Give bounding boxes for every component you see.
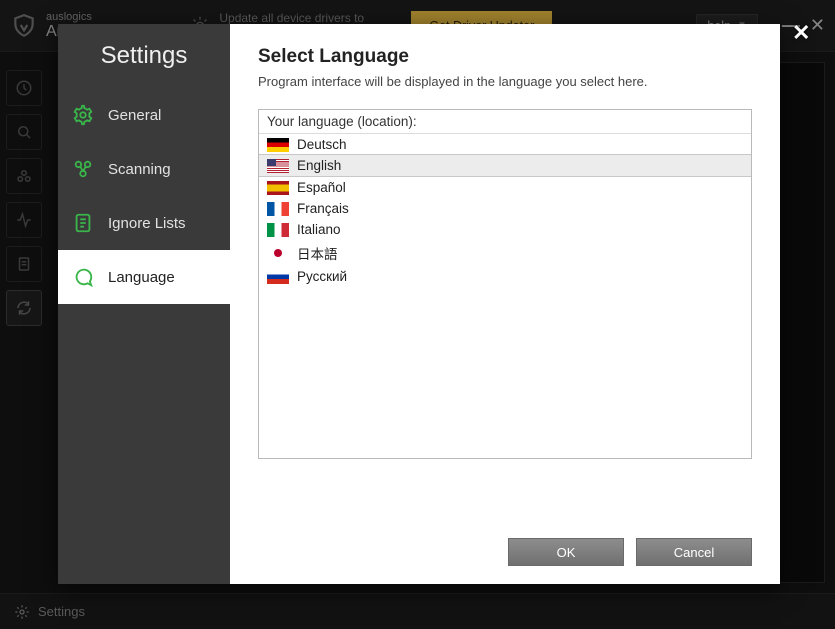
dialog-sidebar: Settings General Scanning Ignore Lists (58, 24, 230, 584)
flag-es-icon (267, 181, 289, 195)
language-label: Italiano (297, 222, 341, 237)
speech-icon (72, 266, 94, 288)
language-option-de[interactable]: Deutsch (259, 134, 751, 155)
nav-item-language[interactable]: Language (58, 250, 230, 304)
language-option-en[interactable]: English (259, 154, 751, 177)
flag-ru-icon (267, 270, 289, 284)
language-label: English (297, 158, 341, 173)
flag-fr-icon (267, 202, 289, 216)
flag-jp-icon (267, 246, 289, 260)
dialog-close-button[interactable]: ✕ (792, 20, 829, 46)
language-listbox: Your language (location): Deutsch English… (258, 109, 752, 459)
language-label: Français (297, 201, 349, 216)
ok-button[interactable]: OK (508, 538, 624, 566)
gear-icon (72, 104, 94, 126)
language-option-jp[interactable]: 日本語 (259, 240, 751, 266)
nav-item-ignore-lists[interactable]: Ignore Lists (58, 196, 230, 250)
nav-item-general[interactable]: General (58, 88, 230, 142)
flag-de-icon (267, 138, 289, 152)
nav-label-language: Language (108, 269, 175, 286)
flag-en-icon (267, 159, 289, 173)
language-option-it[interactable]: Italiano (259, 219, 751, 240)
nav-label-scanning: Scanning (108, 161, 171, 178)
dialog-main: Select Language Program interface will b… (230, 24, 780, 584)
settings-dialog: Settings General Scanning Ignore Lists (58, 24, 780, 584)
dialog-header: Select Language (258, 46, 752, 68)
dialog-title: Settings (58, 42, 230, 70)
nav-label-ignore: Ignore Lists (108, 215, 186, 232)
nav-label-general: General (108, 107, 161, 124)
listbox-header: Your language (location): (259, 110, 751, 134)
language-option-fr[interactable]: Français (259, 198, 751, 219)
dialog-subheader: Program interface will be displayed in t… (258, 74, 752, 89)
cancel-button[interactable]: Cancel (636, 538, 752, 566)
language-label: Deutsch (297, 137, 347, 152)
language-option-ru[interactable]: Русский (259, 266, 751, 287)
nav-item-scanning[interactable]: Scanning (58, 142, 230, 196)
flag-it-icon (267, 223, 289, 237)
language-label: 日本語 (297, 243, 338, 263)
list-icon (72, 212, 94, 234)
language-label: Español (297, 180, 346, 195)
language-option-es[interactable]: Español (259, 177, 751, 198)
scan-icon (72, 158, 94, 180)
language-label: Русский (297, 269, 347, 284)
